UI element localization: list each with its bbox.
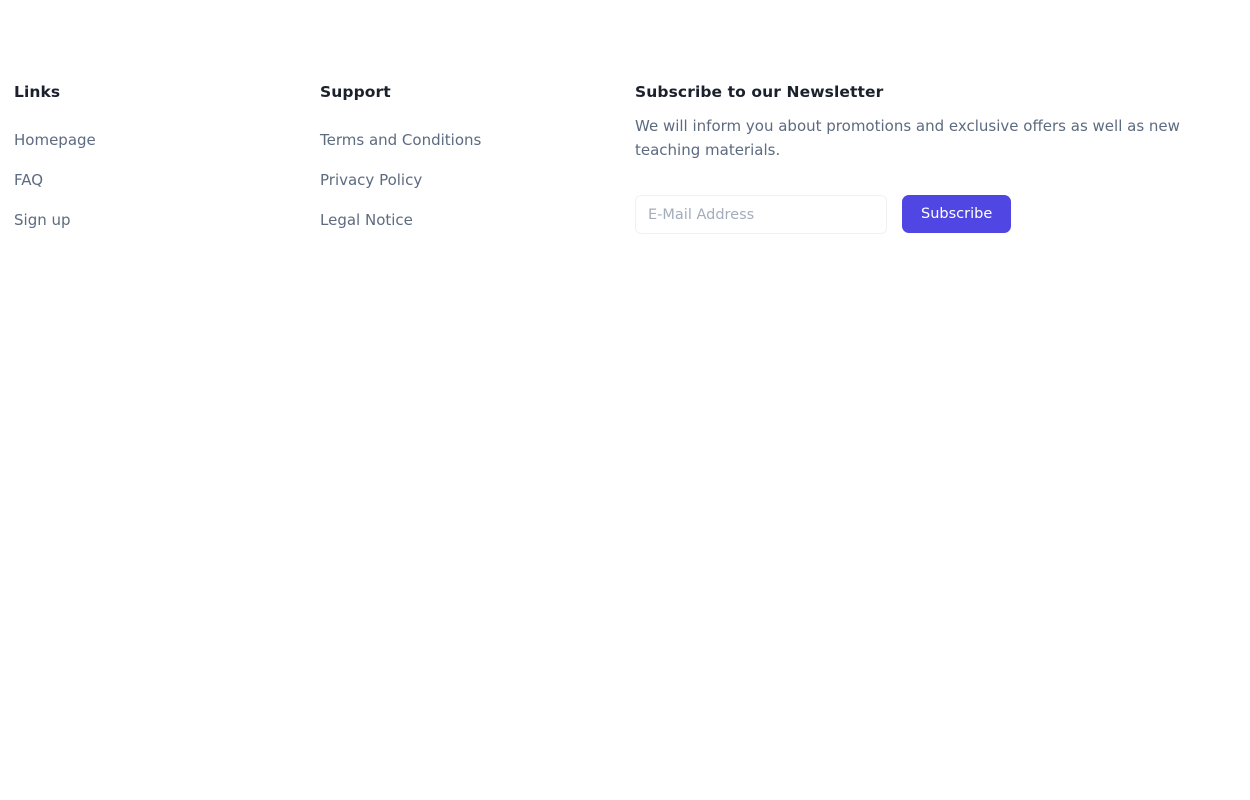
- newsletter-description: We will inform you about promotions and …: [635, 117, 1180, 159]
- list-item: Homepage: [14, 130, 310, 170]
- list-item: Privacy Policy: [320, 170, 635, 210]
- email-input[interactable]: [635, 195, 887, 234]
- footer-column-support: Support Terms and Conditions Privacy Pol…: [310, 82, 635, 250]
- links-list: Homepage FAQ Sign up: [14, 130, 310, 250]
- footer-link-terms-and-conditions[interactable]: Terms and Conditions: [320, 130, 481, 150]
- footer-link-privacy-policy[interactable]: Privacy Policy: [320, 170, 422, 190]
- footer-link-legal-notice[interactable]: Legal Notice: [320, 210, 413, 230]
- newsletter-heading: Subscribe to our Newsletter: [635, 83, 884, 101]
- support-list: Terms and Conditions Privacy Policy Lega…: [320, 130, 635, 250]
- footer-column-newsletter: Subscribe to our Newsletter We will info…: [635, 82, 1250, 234]
- newsletter-form: Subscribe: [635, 195, 1250, 234]
- list-item: Terms and Conditions: [320, 130, 635, 170]
- support-column-heading: Support: [320, 83, 391, 101]
- footer-column-links: Links Homepage FAQ Sign up: [0, 82, 310, 250]
- links-column-heading: Links: [14, 83, 61, 101]
- footer-link-homepage[interactable]: Homepage: [14, 130, 96, 150]
- list-item: Legal Notice: [320, 210, 635, 250]
- subscribe-button[interactable]: Subscribe: [902, 195, 1012, 233]
- site-footer: Links Homepage FAQ Sign up Support Terms…: [0, 82, 1250, 250]
- footer-link-faq[interactable]: FAQ: [14, 170, 43, 190]
- footer-link-sign-up[interactable]: Sign up: [14, 210, 71, 230]
- list-item: Sign up: [14, 210, 310, 250]
- list-item: FAQ: [14, 170, 310, 210]
